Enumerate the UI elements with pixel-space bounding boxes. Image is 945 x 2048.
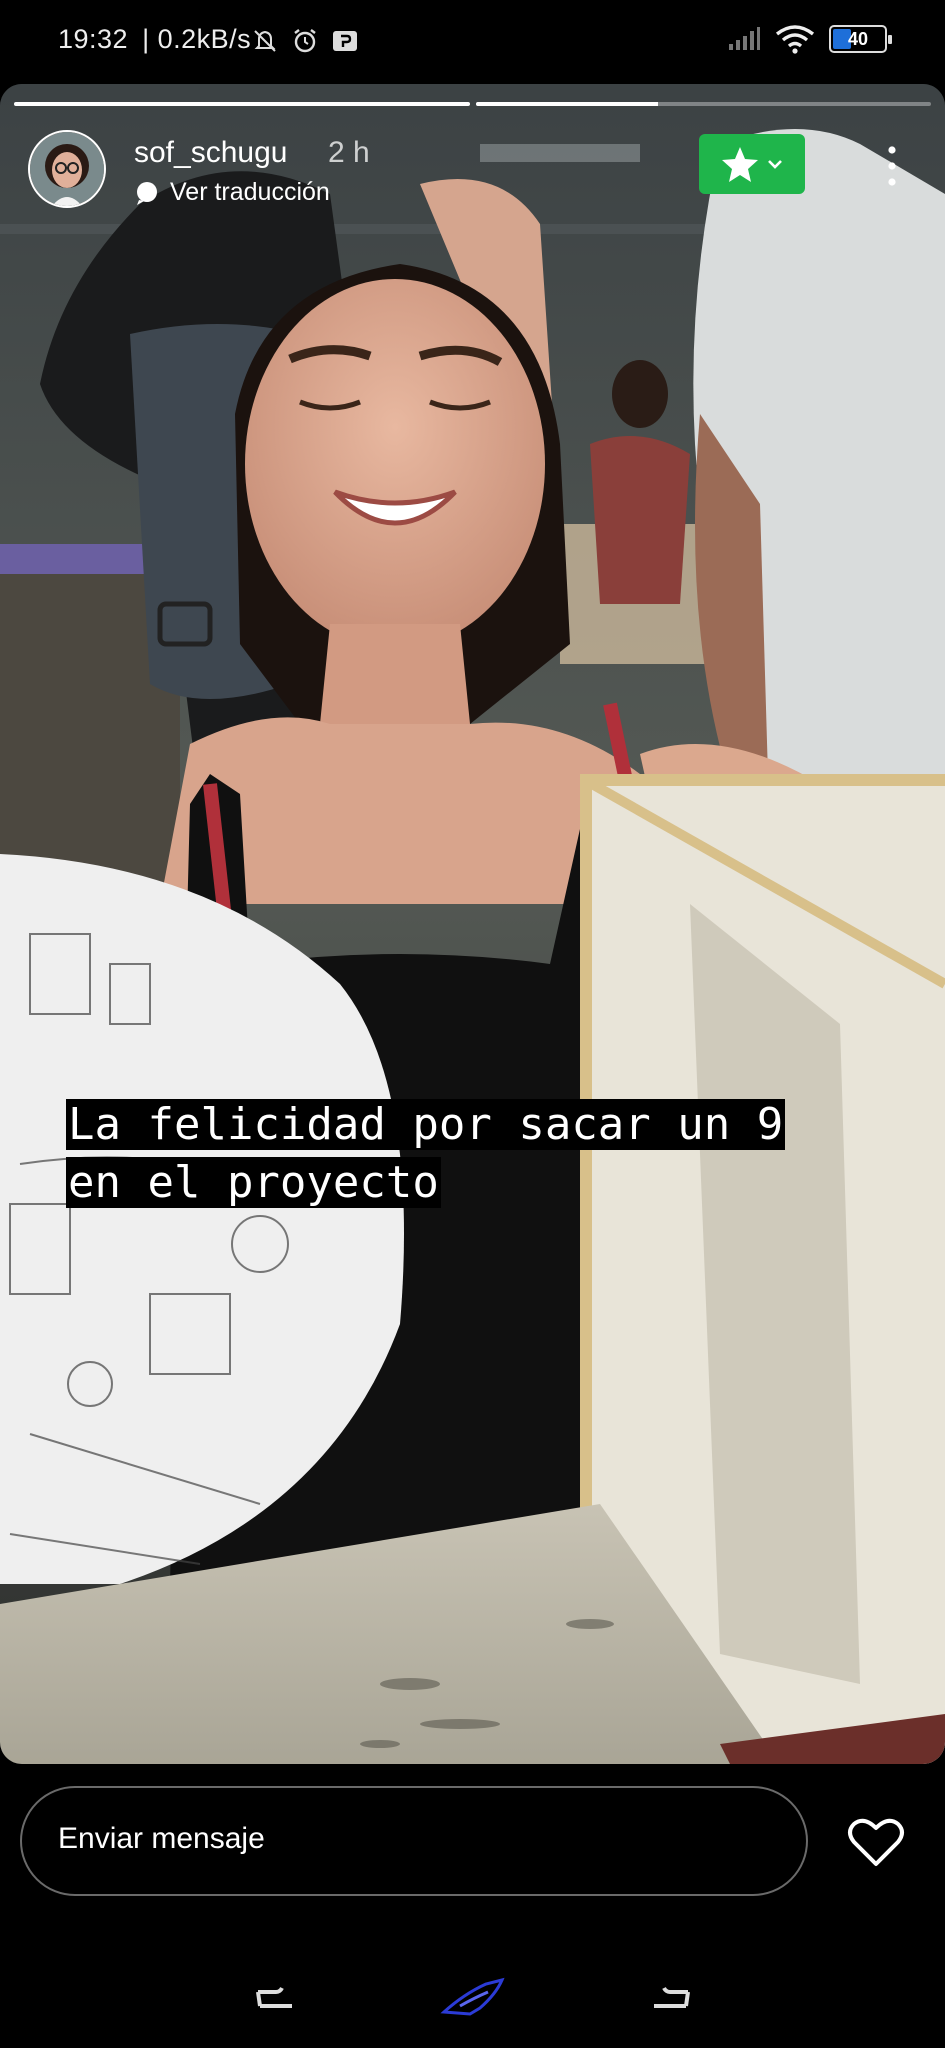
avatar[interactable] (28, 130, 106, 208)
story-photo (0, 84, 945, 1764)
avatar-image (30, 132, 104, 206)
chevron-down-icon (768, 160, 782, 169)
message-input[interactable]: Enviar mensaje (20, 1786, 808, 1896)
story-time: 2 h (328, 136, 370, 169)
close-friends-button[interactable] (699, 134, 805, 194)
translate-link[interactable]: Ver traducción (134, 178, 330, 207)
star-icon (722, 147, 758, 182)
story-caption: La felicidad por sacar un 9 en el proyec… (66, 1096, 786, 1212)
progress-segment (14, 102, 470, 106)
speech-bubble-icon (137, 181, 157, 205)
story-header: sof_schugu 2 h Ver traducción (28, 130, 925, 220)
status-time: 19:32 | 0.2kB/s (58, 24, 251, 55)
network-speed: | 0.2kB/s (142, 24, 252, 54)
status-icons-right: 40 (727, 24, 892, 54)
status-icons-left (250, 26, 360, 56)
story-username[interactable]: sof_schugu (134, 136, 287, 170)
heart-icon[interactable] (846, 1814, 906, 1870)
translate-label: Ver traducción (170, 178, 330, 206)
progress-segment-fill (14, 102, 470, 106)
message-placeholder: Enviar mensaje (58, 1822, 265, 1855)
clock-text: 19:32 (58, 24, 129, 54)
battery-cap (888, 35, 892, 44)
battery-icon: 40 (829, 25, 892, 53)
wifi-icon (775, 25, 815, 54)
recents-gesture-icon[interactable] (640, 1972, 700, 2024)
screencast-icon (333, 31, 357, 51)
signal-icon (729, 27, 760, 50)
story-progress (14, 102, 931, 106)
back-gesture-icon[interactable] (246, 1972, 306, 2024)
progress-segment (475, 102, 931, 106)
caption-line-2: en el proyecto (66, 1157, 441, 1208)
battery-level: 40 (847, 28, 869, 49)
more-options-icon[interactable] (885, 144, 899, 188)
home-logo-icon[interactable] (440, 1972, 510, 2024)
alarm-icon (294, 29, 316, 53)
story-viewer[interactable]: sof_schugu 2 h Ver traducción La felicid… (0, 84, 945, 1764)
caption-line-1: La felicidad por sacar un 9 (66, 1099, 786, 1150)
progress-segment-fill (475, 102, 658, 106)
status-bar: 19:32 | 0.2kB/s 40 (0, 0, 945, 84)
mute-icon (254, 30, 276, 52)
system-nav-bar (0, 1950, 945, 2048)
